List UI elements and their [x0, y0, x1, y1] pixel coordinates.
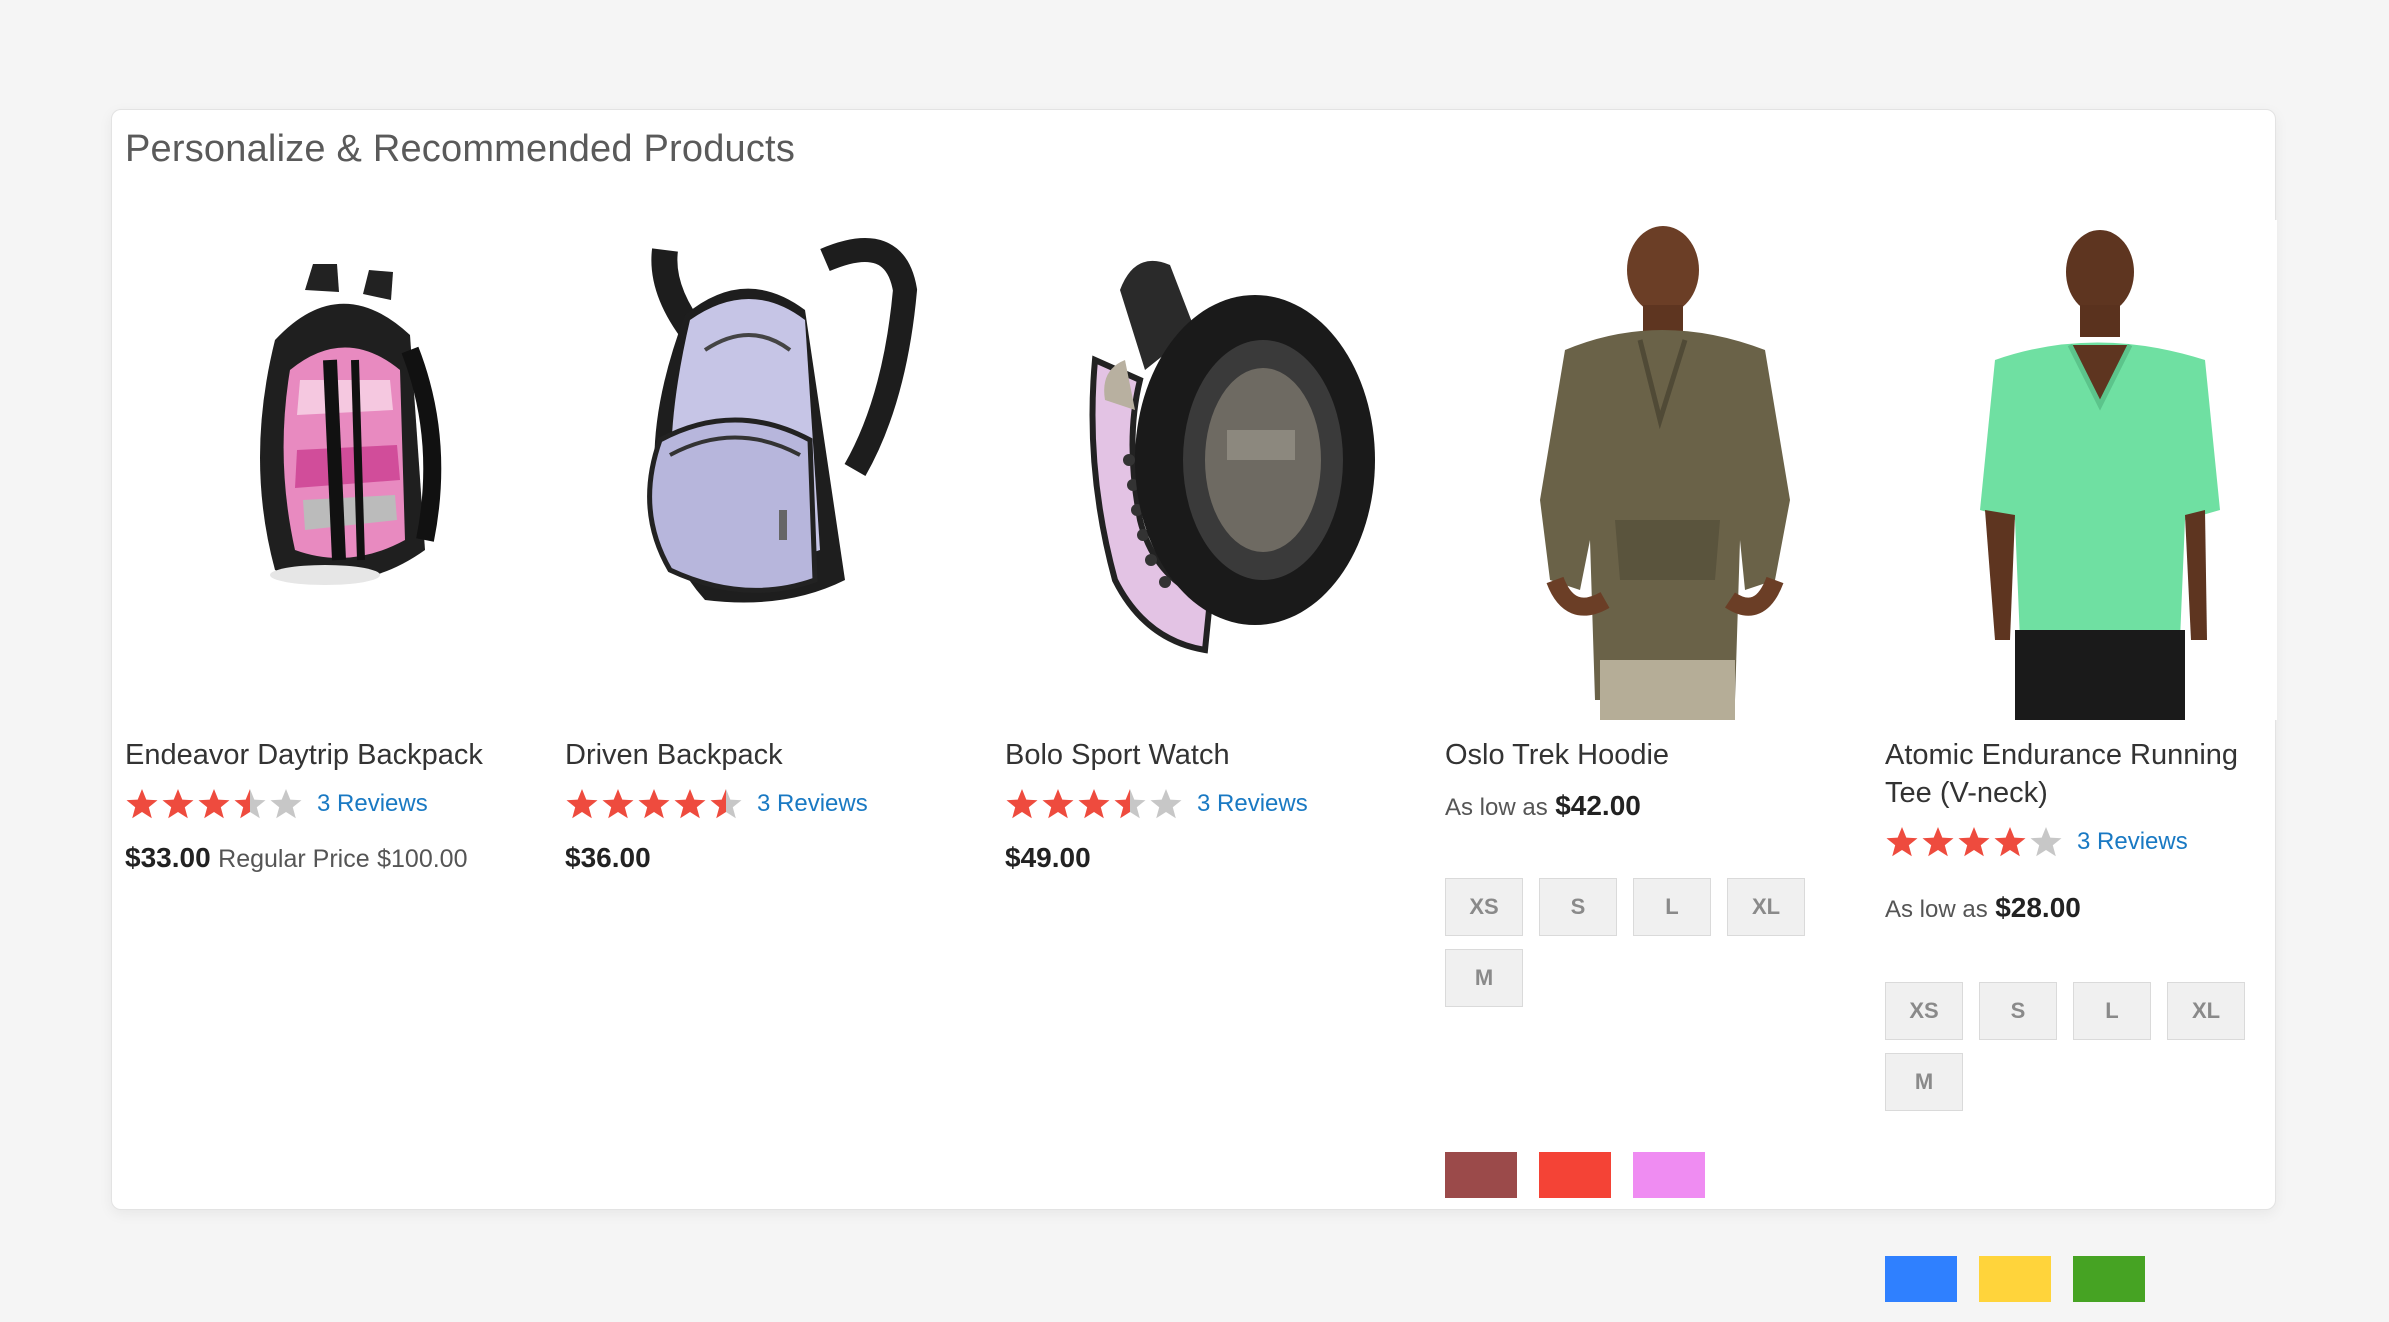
size-swatch-l[interactable]: L: [1633, 878, 1711, 936]
product-rating: 3 Reviews: [1005, 784, 1308, 824]
star-icon: [126, 789, 158, 819]
special-price: $33.00: [125, 842, 211, 873]
star-icon: [1886, 827, 1918, 857]
price-box: $36.00: [565, 842, 651, 874]
size-swatch-s[interactable]: S: [1539, 878, 1617, 936]
star-icon: [602, 789, 634, 819]
product-rating: 3 Reviews: [565, 784, 868, 824]
man-in-mint-tee-image: [1885, 220, 2277, 720]
star-icon: [1922, 827, 1954, 857]
pink-black-sport-watch-image: [1005, 220, 1397, 720]
star-icon: [638, 789, 670, 819]
price-box: As low as $42.00: [1445, 790, 1641, 822]
regular-price: $100.00: [377, 845, 468, 873]
size-swatch-xs[interactable]: XS: [1885, 982, 1963, 1040]
star-icon: [1150, 789, 1182, 819]
star-icon: [1078, 789, 1110, 819]
widget-title: Personalize & Recommended Products: [125, 128, 796, 170]
size-swatch-m[interactable]: M: [1445, 949, 1523, 1007]
size-swatch-l[interactable]: L: [2073, 982, 2151, 1040]
product-name-link[interactable]: Bolo Sport Watch: [1005, 736, 1385, 774]
star-icon: [674, 789, 706, 819]
product-card: Driven Backpack 3 Reviews $36.00: [565, 220, 965, 873]
as-low-as-label: As low as: [1885, 896, 1988, 923]
star-icon: [234, 789, 266, 819]
product-image-link[interactable]: [1445, 220, 1837, 720]
star-icon: [1958, 827, 1990, 857]
rating-stars: [565, 787, 745, 821]
final-price: $42.00: [1555, 790, 1641, 821]
star-icon: [162, 789, 194, 819]
product-list: Endeavor Daytrip Backpack 3 Reviews $33.…: [125, 220, 2277, 1302]
color-swatch-pink[interactable]: [1633, 1152, 1705, 1198]
product-rating: 3 Reviews: [1885, 822, 2188, 862]
size-swatch-xs[interactable]: XS: [1445, 878, 1523, 936]
product-name-link[interactable]: Atomic Endurance Running Tee (V-neck): [1885, 736, 2265, 812]
color-swatch-yellow[interactable]: [1979, 1256, 2051, 1302]
star-icon: [1006, 789, 1038, 819]
rating-stars: [1885, 825, 2065, 859]
product-name-link[interactable]: Endeavor Daytrip Backpack: [125, 736, 505, 774]
product-rating: 3 Reviews: [125, 784, 428, 824]
star-icon: [566, 789, 598, 819]
final-price: $28.00: [1995, 892, 2081, 923]
as-low-as-label: As low as: [1445, 794, 1548, 821]
reviews-link[interactable]: 3 Reviews: [757, 790, 868, 818]
rating-stars: [1005, 787, 1185, 821]
product-image-link[interactable]: [565, 220, 957, 720]
reviews-link[interactable]: 3 Reviews: [317, 790, 428, 818]
star-icon: [1042, 789, 1074, 819]
regular-price-label: Regular Price: [218, 845, 370, 873]
price-box: As low as $28.00: [1885, 892, 2081, 924]
star-icon: [2030, 827, 2062, 857]
product-card: Atomic Endurance Running Tee (V-neck) 3 …: [1885, 220, 2285, 1302]
product-card: Oslo Trek Hoodie As low as $42.00 XS S L…: [1445, 220, 1845, 1198]
size-swatch-m[interactable]: M: [1885, 1053, 1963, 1111]
star-icon: [1994, 827, 2026, 857]
price-box: $33.00 Regular Price $100.00: [125, 842, 468, 874]
price-box: $49.00: [1005, 842, 1091, 874]
lavender-black-backpack-image: [565, 220, 957, 720]
size-swatch-xl[interactable]: XL: [1727, 878, 1805, 936]
size-swatch-s[interactable]: S: [1979, 982, 2057, 1040]
recommended-products-widget: Personalize & Recommended Products Endea…: [111, 109, 2277, 1302]
product-card: Endeavor Daytrip Backpack 3 Reviews $33.…: [125, 220, 525, 873]
star-icon: [710, 789, 742, 819]
product-image-link[interactable]: [125, 220, 517, 720]
color-swatch-red[interactable]: [1539, 1152, 1611, 1198]
final-price: $36.00: [565, 842, 651, 873]
product-image-link[interactable]: [1885, 220, 2277, 720]
star-icon: [270, 789, 302, 819]
product-card: Bolo Sport Watch 3 Reviews $49.00: [1005, 220, 1405, 873]
size-swatch-xl[interactable]: XL: [2167, 982, 2245, 1040]
color-swatch-green[interactable]: [2073, 1256, 2145, 1302]
star-icon: [198, 789, 230, 819]
reviews-link[interactable]: 3 Reviews: [2077, 828, 2188, 856]
star-icon: [1114, 789, 1146, 819]
product-image-link[interactable]: [1005, 220, 1397, 720]
color-swatch-blue[interactable]: [1885, 1256, 1957, 1302]
pink-black-backpack-image: [125, 220, 517, 720]
rating-stars: [125, 787, 305, 821]
product-name-link[interactable]: Driven Backpack: [565, 736, 945, 774]
man-in-olive-hoodie-image: [1445, 220, 1837, 720]
color-swatch-brown[interactable]: [1445, 1152, 1517, 1198]
reviews-link[interactable]: 3 Reviews: [1197, 790, 1308, 818]
product-name-link[interactable]: Oslo Trek Hoodie: [1445, 736, 1825, 774]
final-price: $49.00: [1005, 842, 1091, 873]
